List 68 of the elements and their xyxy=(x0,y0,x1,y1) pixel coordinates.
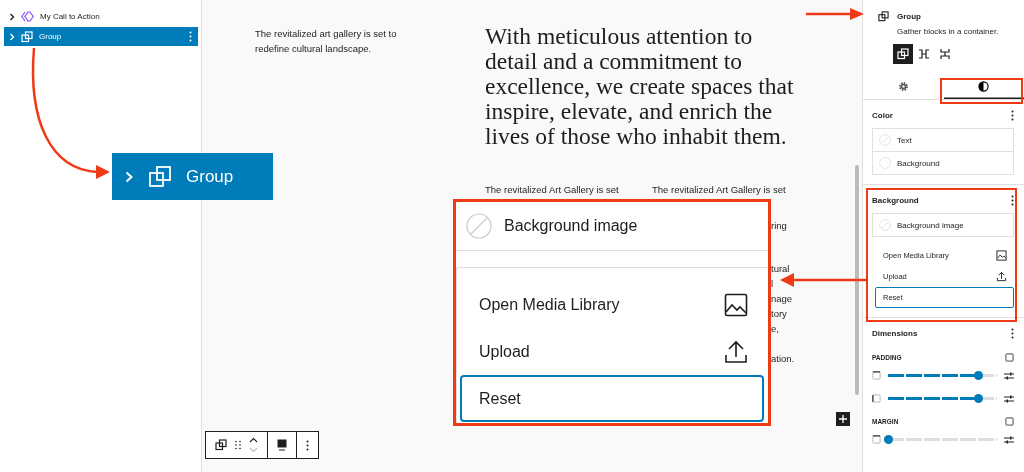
scrollbar[interactable] xyxy=(855,165,859,395)
slider-thumb[interactable] xyxy=(974,371,984,380)
block-title: Group xyxy=(897,12,921,21)
box-sides-icon[interactable] xyxy=(1005,416,1014,426)
paragraph-fragment: e, xyxy=(771,322,780,336)
chevron-icon[interactable] xyxy=(9,12,15,21)
group-icon xyxy=(148,164,172,189)
side-icon xyxy=(872,371,881,380)
diamond-icon xyxy=(21,11,34,22)
panel-title: Dimensions xyxy=(872,328,918,338)
plus-icon xyxy=(839,415,847,423)
side-icon xyxy=(872,435,881,444)
upload-icon xyxy=(724,339,748,364)
zoomed-label: Group xyxy=(186,166,234,187)
padding-slider[interactable] xyxy=(888,397,997,400)
zoomed-menu-item[interactable]: Reset xyxy=(460,375,764,422)
color-option[interactable]: Background xyxy=(873,152,1013,174)
padding-slider[interactable] xyxy=(888,374,997,377)
zoomed-menu-item[interactable]: Open Media Library xyxy=(460,281,764,328)
panel-title: Background xyxy=(872,195,919,205)
settings-icon[interactable] xyxy=(1004,394,1014,403)
half-circle-icon xyxy=(978,80,990,92)
image-icon xyxy=(996,250,1007,261)
paragraph-fragment: l xyxy=(771,277,775,291)
stack-icon xyxy=(940,48,950,60)
paragraph: The revitalized Art Gallery is set xyxy=(652,183,787,197)
group-icon xyxy=(878,11,889,22)
drag-handle-icon[interactable] xyxy=(235,440,241,450)
paragraph-fragment: tory xyxy=(771,307,788,321)
heading: With meticulous attention to detail and a commitment to excellence, we create spaces that inspire, elevate, and enrich the lives of those who inhabit them. xyxy=(485,24,795,149)
settings-icon[interactable] xyxy=(1004,435,1014,444)
chevron-icon xyxy=(124,169,134,184)
no-color-swatch-icon xyxy=(879,134,891,146)
more-icon[interactable] xyxy=(1011,109,1014,121)
paragraph-fragment: ring xyxy=(771,219,788,233)
paragraph-fragment: nage xyxy=(771,292,794,306)
more-icon[interactable] xyxy=(306,439,309,451)
no-image-swatch-icon xyxy=(466,213,492,239)
paragraph-fragment: ation. xyxy=(771,352,795,366)
background-image-option[interactable]: Background image xyxy=(873,214,1013,236)
panel-title: Color xyxy=(872,110,893,120)
box-sides-icon[interactable] xyxy=(1005,352,1014,362)
zoomed-menu-item[interactable]: Upload xyxy=(460,328,764,375)
group-icon[interactable] xyxy=(215,439,227,451)
paragraph-fragment: tural xyxy=(771,262,791,276)
group-icon xyxy=(21,30,33,43)
paragraph: The revitalized art gallery is set to redefine cultural landscape. xyxy=(255,27,398,56)
more-icon[interactable] xyxy=(1011,194,1014,206)
slider-thumb[interactable] xyxy=(884,435,893,444)
settings-icon xyxy=(897,80,909,92)
zoomed-label: Background image xyxy=(504,217,638,235)
row-icon xyxy=(918,49,930,59)
settings-icon[interactable] xyxy=(1004,371,1014,380)
more-icon[interactable] xyxy=(1011,327,1014,339)
add-block-button[interactable] xyxy=(836,412,850,426)
side-icon xyxy=(872,394,881,403)
image-icon xyxy=(724,292,748,317)
list-view-item[interactable]: My Call to Action xyxy=(4,7,198,26)
slider-thumb[interactable] xyxy=(974,394,984,403)
annotation-arrow xyxy=(806,8,864,20)
align-icon[interactable] xyxy=(277,439,287,451)
upload-icon xyxy=(996,271,1007,282)
no-image-swatch-icon xyxy=(879,219,891,231)
paragraph: The revitalized Art Gallery is set xyxy=(485,183,620,197)
block-description: Gather blocks in a container. xyxy=(897,27,1000,36)
color-option[interactable]: Text xyxy=(873,129,1013,152)
group-variation-button[interactable] xyxy=(893,44,913,64)
group-icon xyxy=(897,48,909,60)
